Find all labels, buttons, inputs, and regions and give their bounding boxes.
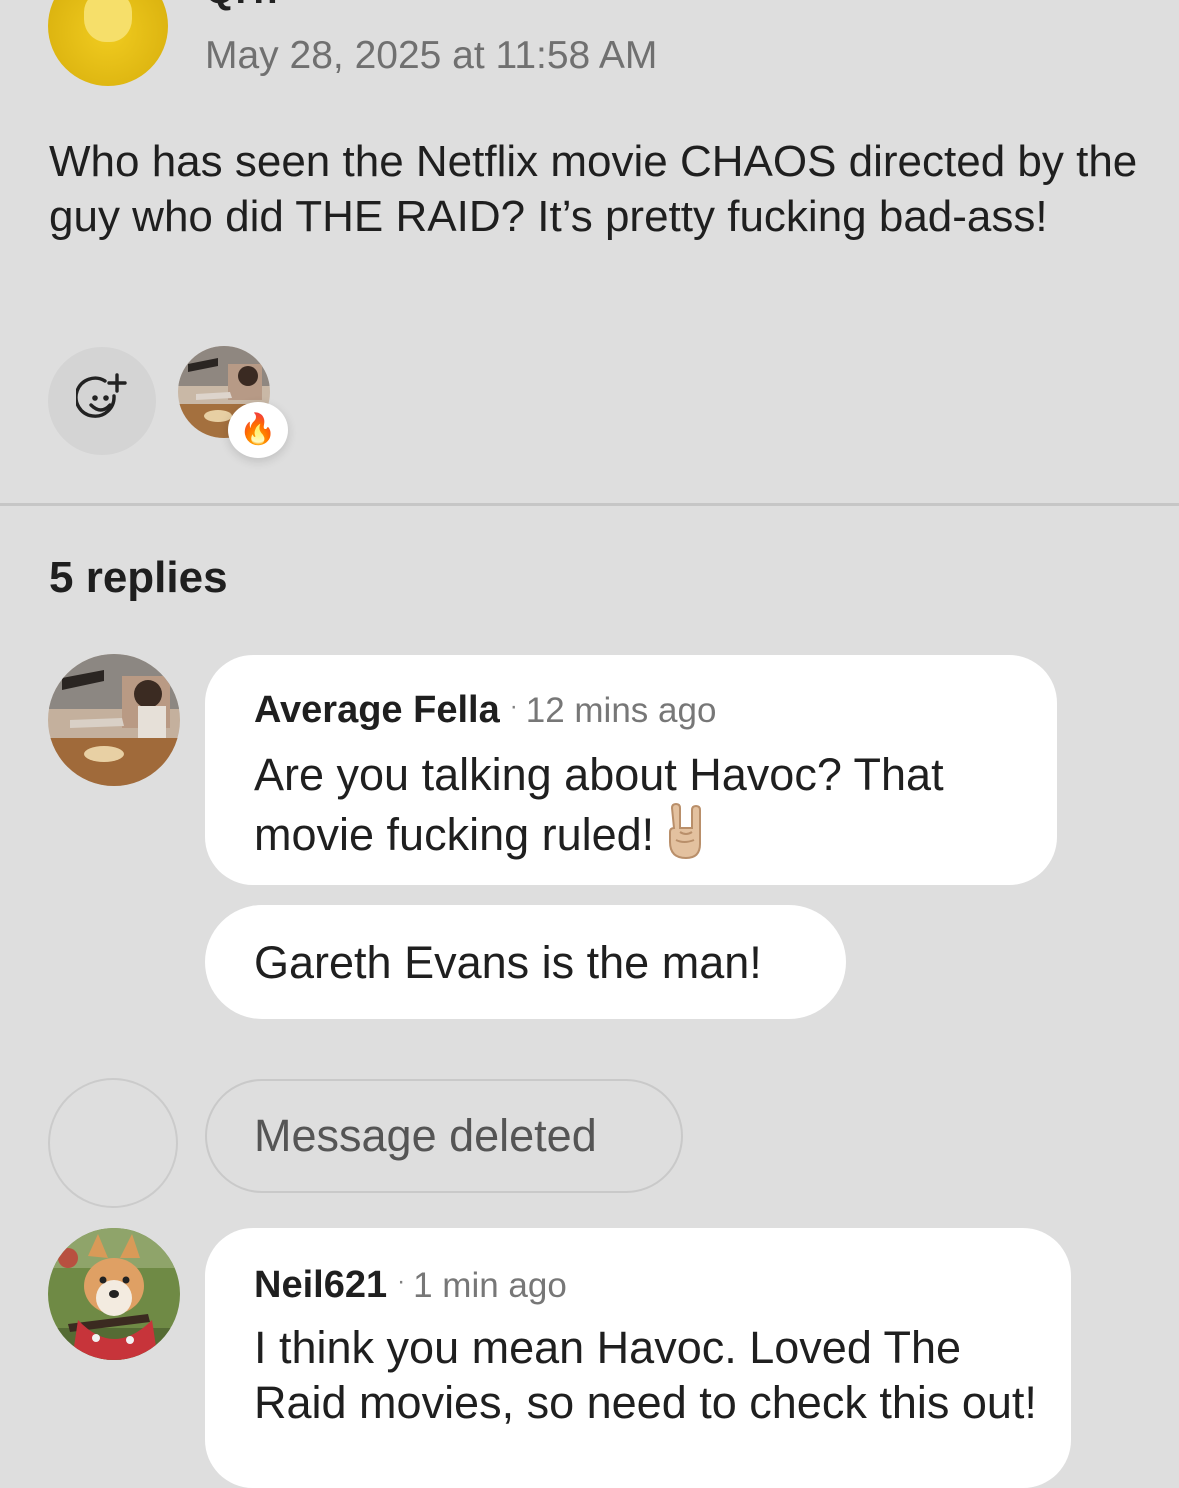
avatar-photo xyxy=(48,654,180,786)
post-author-avatar[interactable] xyxy=(48,0,168,86)
reply-avatar-average-fella[interactable] xyxy=(48,654,180,786)
post-author-name[interactable]: Q.T. xyxy=(205,0,279,13)
smiley-plus-icon xyxy=(76,373,127,418)
reply-bubble[interactable]: Neil621 · 1 min ago I think you mean Havoc… xyxy=(205,1228,1071,1488)
rock-on-hand-icon xyxy=(664,802,708,872)
reply-text: Are you talking about Havoc? That movie … xyxy=(254,747,1034,872)
reply-author-name[interactable]: Neil621 xyxy=(254,1264,387,1306)
reply-meta: Neil621 · 1 min ago xyxy=(254,1264,567,1307)
reply-bubble[interactable]: Average Fella · 12 mins ago Are you talkin… xyxy=(205,655,1057,885)
post-body: Who has seen the Netflix movie CHAOS dir… xyxy=(49,137,1138,241)
add-reaction-button[interactable] xyxy=(48,347,156,455)
reply-time: 1 min ago xyxy=(413,1266,567,1305)
meta-separator: · xyxy=(509,693,518,720)
divider xyxy=(0,503,1179,506)
post-timestamp: May 28, 2025 at 11:58 AM xyxy=(205,34,658,77)
meta-separator: · xyxy=(397,1268,406,1295)
reply-text-body: Are you talking about Havoc? That movie … xyxy=(254,749,944,860)
reply-text: I think you mean Havoc. Loved The Raid m… xyxy=(254,1322,1037,1428)
deleted-avatar-placeholder xyxy=(48,1078,178,1208)
reply-time: 12 mins ago xyxy=(525,691,717,730)
replies-count: 5 replies xyxy=(49,553,228,602)
reply-bubble[interactable]: Gareth Evans is the man! xyxy=(205,905,846,1019)
avatar-photo xyxy=(48,1228,180,1360)
reply-author-name[interactable]: Average Fella xyxy=(254,689,500,731)
deleted-message: Message deleted xyxy=(205,1079,683,1193)
reply-avatar-neil621[interactable] xyxy=(48,1228,180,1360)
reply-text: Gareth Evans is the man! xyxy=(254,937,762,988)
avatar-emblem xyxy=(84,0,132,42)
fire-icon: 🔥 xyxy=(228,402,288,458)
reply-meta: Average Fella · 12 mins ago xyxy=(254,689,716,732)
